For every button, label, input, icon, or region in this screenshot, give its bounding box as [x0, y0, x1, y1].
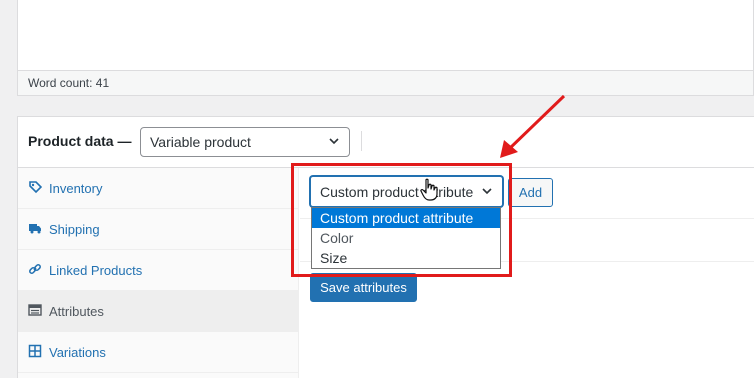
- product-data-title: Product data —: [28, 133, 132, 149]
- annotation-arrow-icon: [500, 94, 566, 158]
- word-count: Word count: 41: [18, 70, 753, 95]
- add-attribute-button[interactable]: Add: [508, 178, 553, 207]
- tab-label: Attributes: [49, 304, 104, 319]
- tag-icon: [29, 181, 42, 194]
- save-attributes-button[interactable]: Save attributes: [310, 273, 417, 302]
- tab-inventory[interactable]: Inventory: [18, 168, 298, 209]
- list-icon: [28, 304, 42, 316]
- link-icon: [29, 264, 41, 274]
- tab-variations[interactable]: Variations: [18, 332, 298, 373]
- tab-linked-products[interactable]: Linked Products: [18, 250, 298, 291]
- tab-label: Inventory: [49, 181, 103, 196]
- hand-cursor-icon: [420, 178, 438, 201]
- product-data-header: Product data — Variable product: [18, 117, 754, 168]
- product-type-value: Variable product: [150, 134, 251, 150]
- annotation-highlight-box: [291, 163, 512, 277]
- tab-label: Variations: [49, 345, 106, 360]
- tab-label: Linked Products: [49, 263, 143, 278]
- grid-icon: [28, 344, 42, 358]
- truck-icon: [29, 224, 41, 234]
- tab-attributes[interactable]: Attributes: [18, 291, 298, 332]
- editor-area: Word count: 41: [17, 0, 754, 96]
- chevron-down-icon: [329, 138, 339, 145]
- tab-shipping[interactable]: Shipping: [18, 209, 298, 250]
- tab-label: Shipping: [49, 222, 100, 237]
- product-data-tabs: Inventory Shipping Linked Products Attri…: [18, 168, 299, 378]
- header-divider: [361, 131, 362, 151]
- product-type-select[interactable]: Variable product: [140, 127, 350, 157]
